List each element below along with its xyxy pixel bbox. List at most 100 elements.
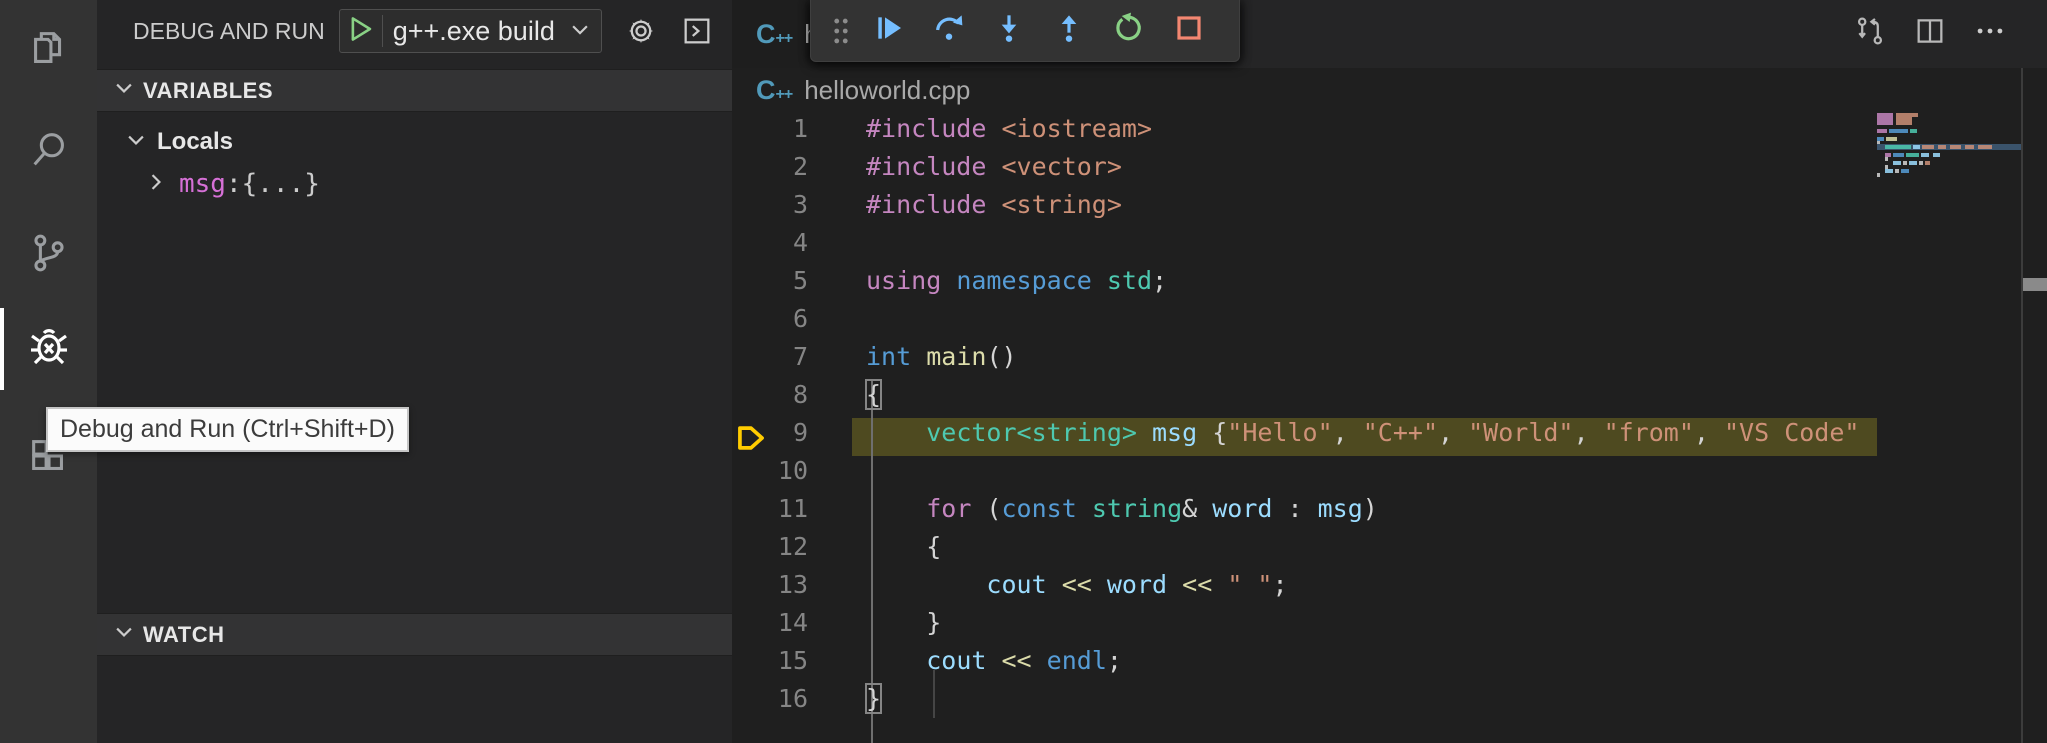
variables-section-header[interactable]: VARIABLES <box>97 69 732 112</box>
variable-row-msg[interactable]: msg: {...} <box>145 164 320 204</box>
variable-separator: : <box>226 169 242 199</box>
variable-value: {...} <box>242 169 320 199</box>
current-execution-pointer-icon <box>736 422 766 459</box>
code-text: int main() <box>866 338 1017 376</box>
code-line[interactable]: 7 int main() <box>732 338 1877 376</box>
code-line[interactable]: 9 vector<string> msg {"Hello", "C++", "W… <box>732 414 1877 452</box>
chevron-down-icon <box>569 18 591 45</box>
line-number[interactable]: 5 <box>732 262 808 300</box>
chevron-down-icon <box>125 129 147 156</box>
line-number[interactable]: 15 <box>732 642 808 680</box>
bug-icon <box>25 322 73 375</box>
code-line[interactable]: 14 } <box>732 604 1877 642</box>
code-line[interactable]: 3#include <string> <box>732 186 1877 224</box>
breadcrumb[interactable]: C++ helloworld.cpp <box>732 68 2047 112</box>
start-debug-icon[interactable] <box>348 16 374 47</box>
code-line[interactable]: 1 #include <iostream> <box>732 110 1877 148</box>
cpp-file-icon: C++ <box>756 77 792 104</box>
section-title: WATCH <box>143 622 225 648</box>
sidebar-item-explorer[interactable] <box>0 10 97 90</box>
launch-config-label: g++.exe build <box>393 16 555 47</box>
sidebar-title: DEBUG AND RUN <box>133 18 325 45</box>
continue-icon <box>873 12 905 49</box>
chevron-down-icon <box>113 77 135 104</box>
code-line[interactable]: 13 cout << word << " "; <box>732 566 1877 604</box>
line-number[interactable]: 16 <box>732 680 808 718</box>
code-line[interactable]: 8{ <box>732 376 1877 414</box>
step-out-button[interactable] <box>1039 5 1099 57</box>
code-text: cout << endl; <box>866 642 1122 680</box>
sidebar-item-run-and-debug[interactable] <box>0 308 97 388</box>
code-text: cout << word << " "; <box>866 566 1288 604</box>
indent-guide <box>933 670 935 718</box>
code-line[interactable]: 4 <box>732 224 1877 262</box>
git-branch-icon <box>26 230 72 281</box>
tooltip: Debug and Run (Ctrl+Shift+D) <box>46 407 409 452</box>
line-number[interactable]: 12 <box>732 528 808 566</box>
cpp-file-icon: C++ <box>756 21 792 48</box>
stop-button[interactable] <box>1159 5 1219 57</box>
active-view-indicator <box>0 308 4 390</box>
watch-section-header[interactable]: WATCH <box>97 613 732 656</box>
step-into-icon <box>993 12 1025 49</box>
step-over-button[interactable] <box>919 5 979 57</box>
sidebar-header: DEBUG AND RUN g++.exe build <box>97 0 732 62</box>
line-number[interactable]: 13 <box>732 566 808 604</box>
search-icon <box>26 127 72 178</box>
step-into-button[interactable] <box>979 5 1039 57</box>
sidebar-item-source-control[interactable] <box>0 215 97 295</box>
code-text: for (const string& word : msg) <box>866 490 1378 528</box>
code-line[interactable]: 6 <box>732 300 1877 338</box>
continue-button[interactable] <box>859 5 919 57</box>
line-number[interactable]: 8 <box>732 376 808 414</box>
line-number[interactable]: 3 <box>732 186 808 224</box>
debug-sidebar: DEBUG AND RUN g++.exe build <box>97 0 732 743</box>
locals-scope-row[interactable]: Locals <box>125 122 233 162</box>
restart-button[interactable] <box>1099 5 1159 57</box>
code-text: #include <vector> <box>866 148 1122 186</box>
debug-console-icon[interactable] <box>680 14 714 48</box>
code-line[interactable]: 16} <box>732 680 1877 718</box>
step-over-icon <box>933 12 965 49</box>
activity-bar <box>0 0 97 743</box>
code-editor[interactable]: 1 #include <iostream> 2 #include <vector>3#… <box>732 110 1877 743</box>
code-text: vector<string> msg {"Hello", "C++", "Wor… <box>866 414 1859 452</box>
gear-icon[interactable] <box>624 14 658 48</box>
files-icon <box>26 25 72 76</box>
section-title: VARIABLES <box>143 78 273 104</box>
line-number[interactable]: 7 <box>732 338 808 376</box>
toolbar-gripper[interactable] <box>827 5 855 57</box>
vscode-window: DEBUG AND RUN g++.exe build <box>0 0 2047 743</box>
tooltip-text: Debug and Run (Ctrl+Shift+D) <box>60 415 395 444</box>
minimap[interactable] <box>1877 0 2023 633</box>
code-text: #include <iostream> <box>866 110 1152 148</box>
code-text: using namespace std; <box>866 262 1167 300</box>
code-line[interactable]: 10 <box>732 452 1877 490</box>
editor-sash[interactable] <box>2021 68 2023 743</box>
code-line[interactable]: 15 cout << endl; <box>732 642 1877 680</box>
launch-config-dropdown[interactable]: g++.exe build <box>339 9 602 53</box>
variable-name: msg <box>179 169 226 199</box>
code-text: } <box>866 680 881 718</box>
line-number[interactable]: 6 <box>732 300 808 338</box>
debug-toolbar <box>810 0 1240 62</box>
code-line[interactable]: 11 for (const string& word : msg) <box>732 490 1877 528</box>
divider <box>382 15 383 47</box>
line-number[interactable]: 11 <box>732 490 808 528</box>
chevron-down-icon <box>113 621 135 648</box>
line-number[interactable]: 4 <box>732 224 808 262</box>
chevron-right-icon <box>145 171 167 198</box>
line-number[interactable]: 1 <box>732 110 808 148</box>
code-text: { <box>866 376 881 414</box>
code-line[interactable]: 2 #include <vector> <box>732 148 1877 186</box>
code-text: } <box>866 604 941 642</box>
restart-icon <box>1113 12 1145 49</box>
code-line[interactable]: 5 using namespace std; <box>732 262 1877 300</box>
line-number[interactable]: 2 <box>732 148 808 186</box>
stop-icon <box>1173 12 1205 49</box>
code-line[interactable]: 12 { <box>732 528 1877 566</box>
scrollbar-handle[interactable] <box>2023 278 2047 291</box>
breadcrumb-label: helloworld.cpp <box>804 75 970 106</box>
sidebar-item-search[interactable] <box>0 112 97 192</box>
line-number[interactable]: 14 <box>732 604 808 642</box>
